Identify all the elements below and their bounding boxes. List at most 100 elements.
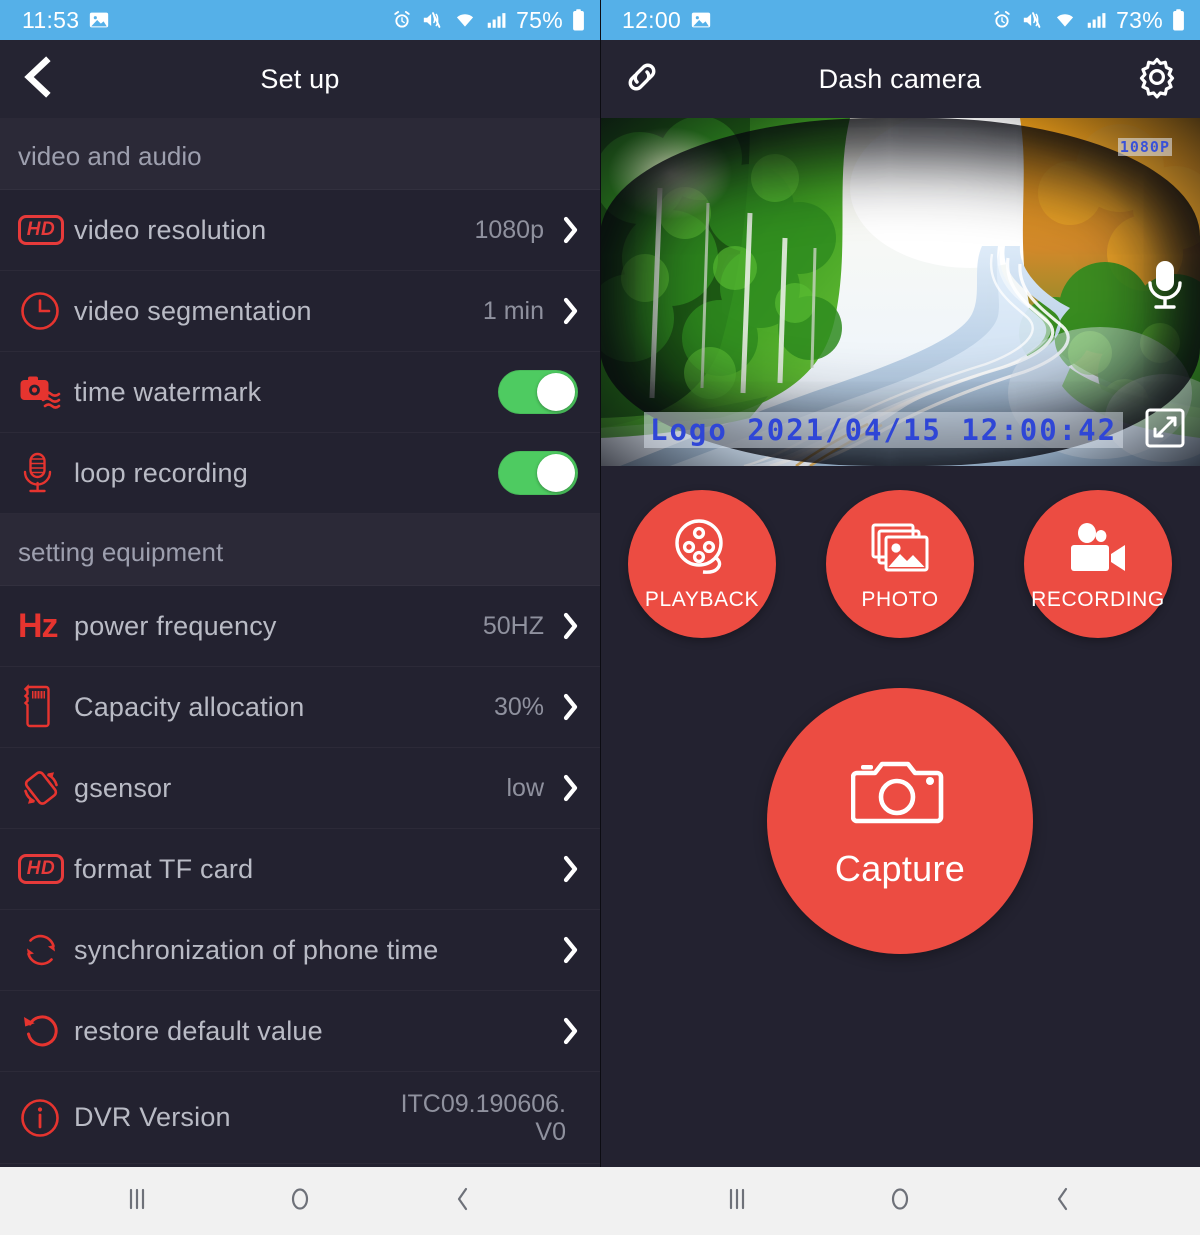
toggle-loop-recording[interactable] <box>498 451 578 495</box>
wifi-icon <box>1053 9 1077 31</box>
back-chevron-icon <box>1050 1184 1076 1219</box>
resolution-badge: 1080P <box>1117 138 1172 156</box>
chevron-right-icon <box>560 296 582 326</box>
home-circle-icon <box>287 1184 313 1219</box>
dual-phone-screenshot: 11:53 75% Set up video and audio HD vide… <box>0 0 1200 1235</box>
mute-vibrate-icon <box>421 9 445 31</box>
hd-icon: HD <box>18 215 68 245</box>
microphone-icon <box>18 450 68 496</box>
playback-label: PLAYBACK <box>644 587 760 611</box>
back-chevron-icon <box>450 1184 476 1219</box>
camera-wave-icon <box>18 372 68 412</box>
battery-icon <box>1171 8 1186 32</box>
row-loop-recording[interactable]: loop recording <box>0 433 600 514</box>
recording-button[interactable]: RECORDING <box>1024 490 1172 638</box>
chevron-right-icon <box>560 935 582 965</box>
home-button[interactable] <box>265 1175 335 1227</box>
capture-button[interactable]: Capture <box>767 688 1033 954</box>
chevron-right-icon <box>560 692 582 722</box>
photo-button[interactable]: PHOTO <box>826 490 974 638</box>
signal-icon <box>485 9 507 31</box>
page-title: Dash camera <box>818 63 982 94</box>
image-icon <box>88 9 110 31</box>
pane-divider <box>600 0 601 1167</box>
home-button[interactable] <box>865 1175 935 1227</box>
link-icon <box>620 55 664 104</box>
status-bar-right: 12:00 73% <box>600 0 1200 40</box>
playback-button[interactable]: PLAYBACK <box>628 490 776 638</box>
row-gsensor[interactable]: gsensor low <box>0 748 600 829</box>
back-chevron-icon <box>20 55 56 103</box>
row-power-frequency[interactable]: Hz power frequency 50HZ <box>0 586 600 667</box>
sync-icon <box>18 927 68 973</box>
row-video-resolution[interactable]: HD video resolution 1080p <box>0 190 600 271</box>
fullscreen-button[interactable] <box>1144 407 1186 454</box>
recents-button[interactable] <box>102 1175 172 1227</box>
chevron-right-icon <box>560 1016 582 1046</box>
row-label: power frequency <box>74 610 277 641</box>
row-label: loop recording <box>74 457 248 488</box>
row-format-tf-card[interactable]: HD format TF card <box>0 829 600 910</box>
row-value: 50HZ <box>482 612 544 640</box>
row-value: ITC09.190606.V0 <box>400 1089 566 1146</box>
section-header-setting-equipment: setting equipment <box>0 514 600 586</box>
back-button[interactable] <box>20 55 56 103</box>
battery-percent-left: 75% <box>516 6 563 33</box>
connect-link-button[interactable] <box>620 55 664 104</box>
video-camera-icon <box>1065 517 1131 579</box>
back-button[interactable] <box>1028 1175 1098 1227</box>
battery-icon <box>571 8 586 32</box>
alarm-icon <box>391 9 413 31</box>
settings-button[interactable] <box>1134 54 1180 105</box>
sd-card-icon <box>18 683 68 731</box>
row-label: format TF card <box>74 853 254 884</box>
status-time-left: 11:53 <box>22 6 80 33</box>
battery-percent-right: 73% <box>1116 6 1163 33</box>
row-label: restore default value <box>74 1015 323 1046</box>
fullscreen-expand-icon <box>1144 408 1186 453</box>
video-preview[interactable]: 1080P Logo 2021/04/15 12:00:42 <box>600 118 1200 466</box>
row-sync-phone-time[interactable]: synchronization of phone time <box>0 910 600 991</box>
chevron-right-icon <box>560 854 582 884</box>
status-time-right: 12:00 <box>622 6 682 33</box>
row-label: Capacity allocation <box>74 691 305 722</box>
section-header-video-audio: video and audio <box>0 118 600 190</box>
row-capacity-allocation[interactable]: Capacity allocation 30% <box>0 667 600 748</box>
wifi-icon <box>453 9 477 31</box>
camera-icon <box>850 753 949 834</box>
right-pane-dash-camera: 12:00 73% Dash camera 1080P Logo 2021/04… <box>600 0 1200 1235</box>
hd-icon: HD <box>18 854 68 884</box>
capture-label: Capture <box>834 847 966 889</box>
recents-button[interactable] <box>702 1175 772 1227</box>
row-value: 1 min <box>482 297 544 325</box>
recording-label: RECORDING <box>1031 587 1165 611</box>
nav-bar-right <box>600 1167 1200 1235</box>
photo-label: PHOTO <box>861 587 939 611</box>
android-nav-bar <box>0 1167 1200 1235</box>
signal-icon <box>1085 9 1107 31</box>
row-restore-default-value[interactable]: restore default value <box>0 991 600 1072</box>
row-video-segmentation[interactable]: video segmentation 1 min <box>0 271 600 352</box>
row-label: gsensor <box>74 772 172 803</box>
image-icon <box>690 9 712 31</box>
left-pane-settings: 11:53 75% Set up video and audio HD vide… <box>0 0 600 1235</box>
microphone-icon <box>1142 261 1188 317</box>
chevron-right-icon <box>560 611 582 641</box>
row-value: 1080p <box>474 216 544 244</box>
toggle-time-watermark[interactable] <box>498 370 578 414</box>
row-label: video resolution <box>74 214 267 245</box>
nav-bar-left <box>0 1167 600 1235</box>
row-label: video segmentation <box>74 295 312 326</box>
photo-stack-icon <box>869 517 931 579</box>
recents-icon <box>124 1184 150 1219</box>
back-button[interactable] <box>428 1175 498 1227</box>
mic-toggle-button[interactable] <box>1142 257 1188 318</box>
chevron-right-icon <box>560 773 582 803</box>
video-watermark: Logo 2021/04/15 12:00:42 <box>644 412 1124 448</box>
hz-icon: Hz <box>18 607 59 645</box>
chevron-right-icon <box>560 215 582 245</box>
row-time-watermark[interactable]: time watermark <box>0 352 600 433</box>
row-label: DVR Version <box>74 1102 231 1132</box>
alarm-icon <box>991 9 1013 31</box>
status-bar-left: 11:53 75% <box>0 0 600 40</box>
